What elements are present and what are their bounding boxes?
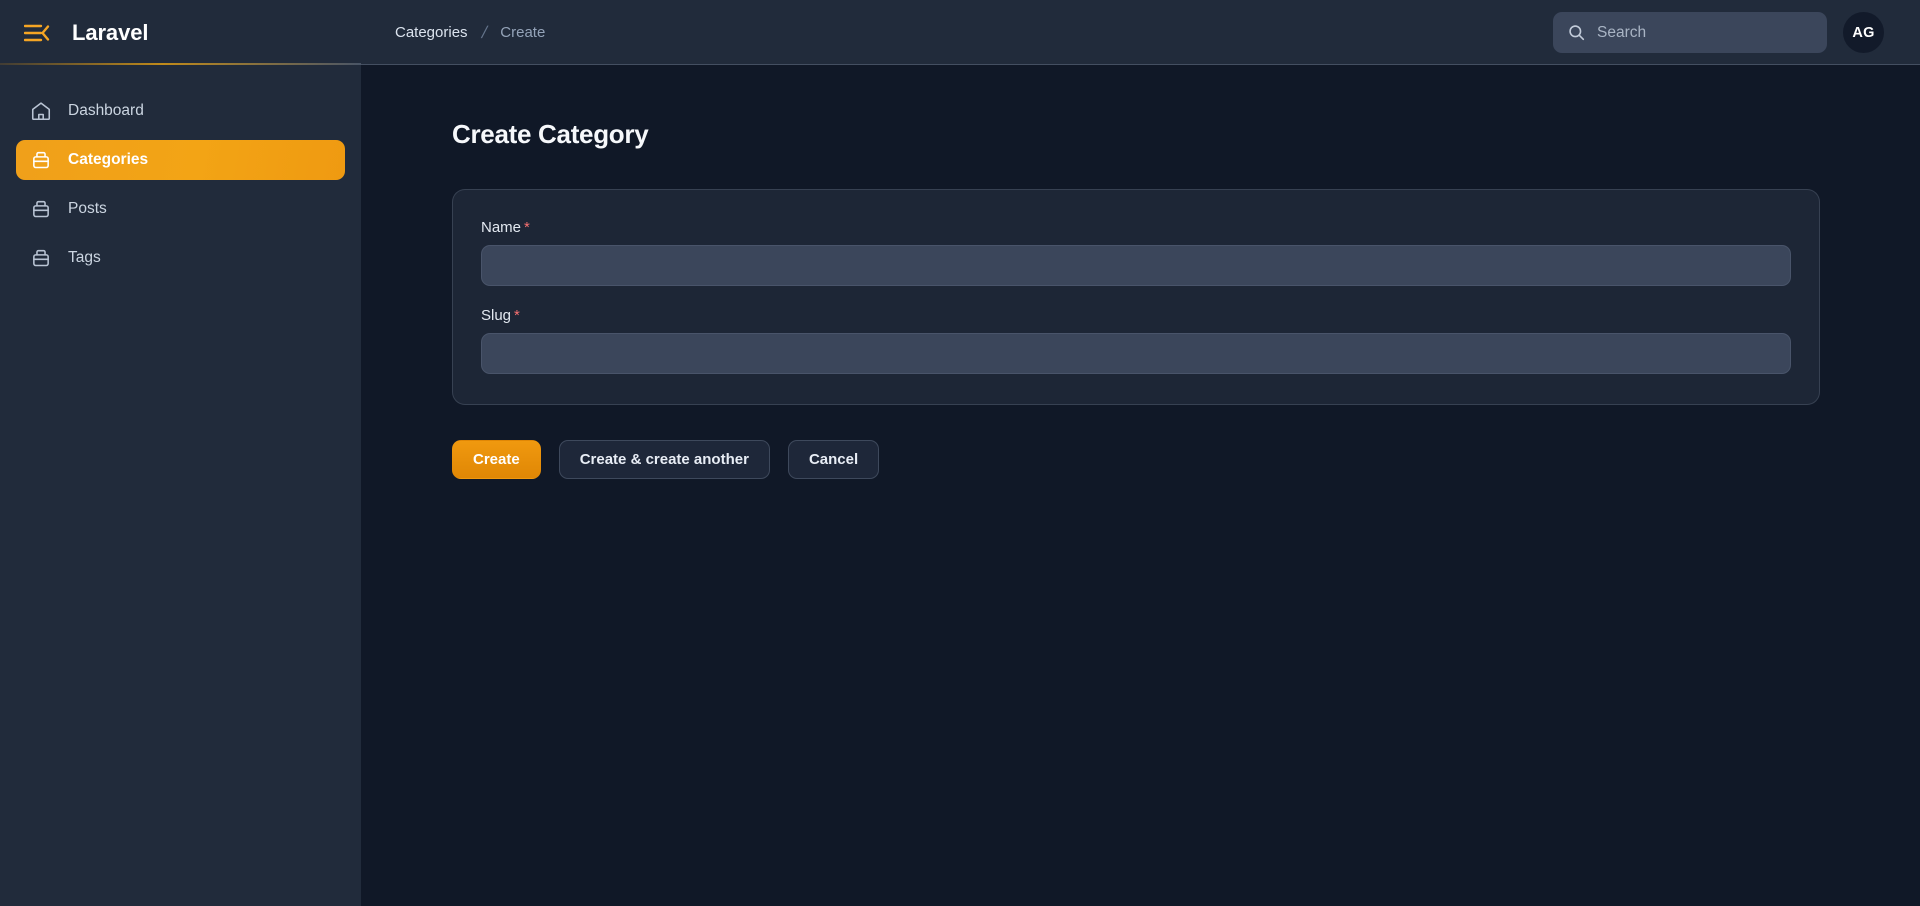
- create-button[interactable]: Create: [452, 440, 541, 479]
- sidebar-item-dashboard[interactable]: Dashboard: [16, 91, 345, 131]
- field-label-text: Name: [481, 219, 522, 236]
- topbar-actions: AG: [1553, 12, 1884, 53]
- sidebar-item-label: Posts: [68, 200, 107, 217]
- sidebar-item-tags[interactable]: Tags: [16, 238, 345, 278]
- avatar[interactable]: AG: [1843, 12, 1884, 53]
- create-and-create-another-button[interactable]: Create & create another: [558, 440, 770, 479]
- field-name-label: Name *: [481, 219, 530, 236]
- name-input[interactable]: [481, 245, 1791, 286]
- create-category-form: Name * Slug *: [452, 189, 1820, 405]
- required-marker: *: [524, 219, 530, 236]
- breadcrumb-item-categories[interactable]: Categories: [395, 24, 468, 41]
- home-icon: [30, 100, 52, 122]
- sidebar-item-categories[interactable]: Categories: [16, 140, 345, 180]
- cancel-button[interactable]: Cancel: [787, 440, 880, 479]
- collapse-sidebar-icon[interactable]: [23, 22, 50, 44]
- field-slug-label: Slug *: [481, 307, 520, 324]
- brand-title: Laravel: [72, 19, 149, 45]
- page-content: Create Category Name * Slug * Create Cre…: [361, 65, 1920, 906]
- field-name: Name *: [481, 219, 1791, 286]
- slug-input[interactable]: [481, 333, 1791, 374]
- field-slug: Slug *: [481, 307, 1791, 374]
- form-actions: Create Create & create another Cancel: [452, 440, 1820, 479]
- sidebar-item-posts[interactable]: Posts: [16, 189, 345, 229]
- page-title: Create Category: [452, 119, 649, 149]
- global-search[interactable]: [1553, 12, 1827, 53]
- sidebar-header: Laravel: [0, 0, 361, 65]
- sidebar: Laravel Dashboard Categories Posts Tags: [0, 0, 361, 906]
- archive-box-icon: [30, 247, 52, 269]
- breadcrumb-separator: /: [479, 22, 489, 42]
- archive-box-icon: [30, 198, 52, 220]
- sidebar-nav: Dashboard Categories Posts Tags: [0, 65, 361, 278]
- app-root: Laravel Dashboard Categories Posts Tags …: [0, 0, 1920, 906]
- main-region: Categories / Create AG Create: [361, 0, 1920, 906]
- search-icon: [1567, 23, 1586, 42]
- field-label-text: Slug: [481, 307, 512, 324]
- sidebar-item-label: Categories: [68, 151, 149, 168]
- sidebar-item-label: Tags: [68, 249, 101, 266]
- archive-box-icon: [30, 149, 52, 171]
- search-input[interactable]: [1597, 23, 1813, 42]
- breadcrumb: Categories / Create: [395, 23, 545, 43]
- sidebar-item-label: Dashboard: [68, 102, 144, 119]
- breadcrumb-item-create: Create: [500, 24, 546, 41]
- required-marker: *: [514, 307, 520, 324]
- topbar: Categories / Create AG: [361, 0, 1920, 65]
